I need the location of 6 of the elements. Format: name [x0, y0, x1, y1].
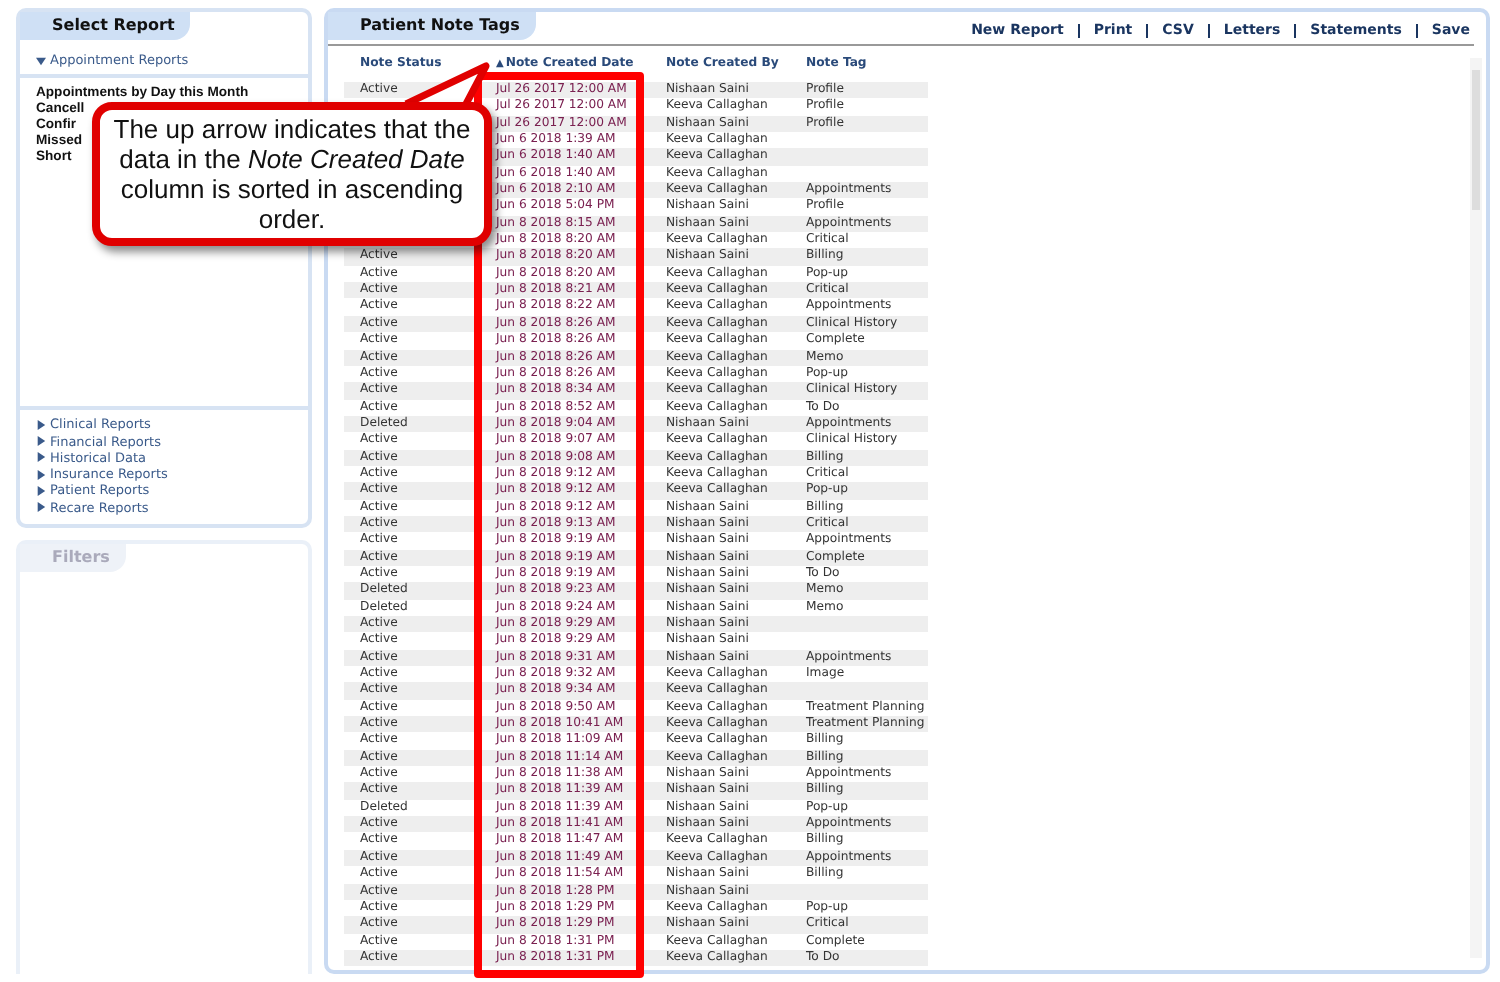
scroll-thumb[interactable]	[1472, 70, 1480, 210]
panel-title: Select Report	[20, 12, 191, 40]
callout-text: The up arrow indicates that the data in the Note Created Date column is sorted in ascending order.	[111, 114, 473, 234]
scrollbar[interactable]	[1470, 58, 1482, 958]
panel-title: Filters	[20, 544, 126, 572]
report-title: Patient Note Tags	[328, 12, 536, 40]
